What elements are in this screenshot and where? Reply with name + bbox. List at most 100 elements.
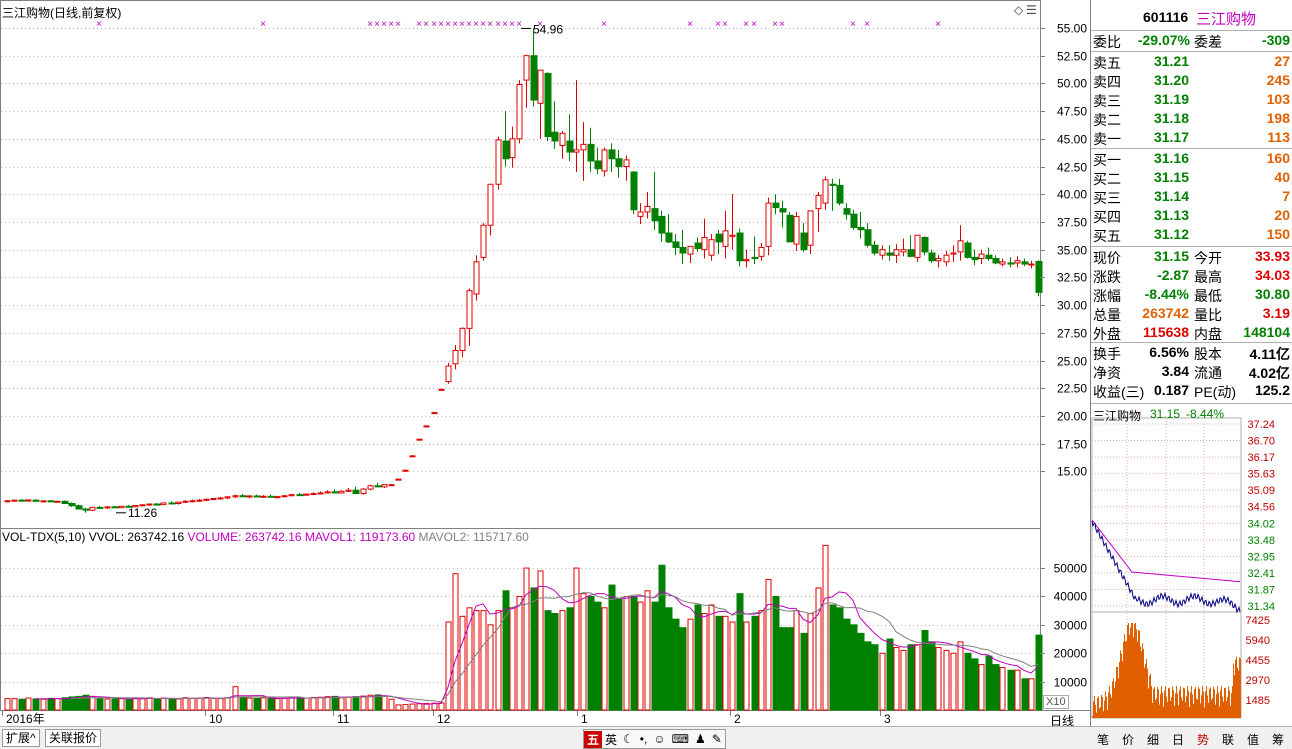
candle-body bbox=[715, 233, 723, 243]
bid-label: 买二 bbox=[1093, 171, 1121, 187]
moon-icon[interactable]: ☾ bbox=[620, 732, 637, 746]
volume-bar bbox=[843, 618, 851, 711]
right-tab[interactable]: 筹 bbox=[1267, 731, 1289, 748]
ime-five-icon[interactable]: 五 bbox=[584, 730, 603, 748]
right-tab[interactable]: 势 bbox=[1192, 731, 1214, 748]
volume-tick-label: 10000 bbox=[1054, 676, 1088, 690]
candle-body bbox=[765, 202, 772, 247]
fundamental-value: 4.02亿 bbox=[1248, 365, 1290, 381]
candle-body bbox=[857, 226, 865, 231]
expand-tab[interactable]: 扩展^ bbox=[2, 729, 40, 747]
bid-volume: 160 bbox=[1266, 150, 1290, 166]
candle-body bbox=[544, 72, 552, 138]
stock-terminal: × × × × × × × × × × × × × × × × × × × × × × × × × × × × × × × × × × 15.00… bbox=[0, 0, 1292, 749]
volume-bar bbox=[566, 607, 574, 711]
candle-body bbox=[388, 484, 395, 487]
fundamental-value: 0.187 bbox=[1153, 382, 1189, 398]
related-quotes-tab[interactable]: 关联报价 bbox=[45, 729, 102, 747]
volume-bar bbox=[694, 604, 702, 711]
user-icon[interactable]: ♟ bbox=[692, 732, 709, 746]
volume-bar bbox=[40, 698, 47, 711]
signal-marker: × bbox=[601, 19, 607, 30]
signal-marker: × bbox=[509, 19, 515, 30]
volume-bar bbox=[644, 590, 651, 711]
volume-tick-label: 20000 bbox=[1054, 647, 1088, 661]
right-tab[interactable]: 笔 bbox=[1092, 731, 1114, 748]
x-axis-label: 2 bbox=[734, 712, 741, 726]
candle-body bbox=[651, 208, 659, 222]
volume-bar bbox=[864, 641, 872, 711]
candle-body bbox=[495, 139, 502, 185]
signal-marker: × bbox=[423, 19, 429, 30]
right-tab[interactable]: 值 bbox=[1242, 731, 1264, 748]
candle-body bbox=[964, 242, 972, 258]
quote-value: -8.44% bbox=[1144, 286, 1189, 302]
smile-icon[interactable]: ☺ bbox=[650, 732, 668, 746]
price-tick-label: 25.00 bbox=[1057, 355, 1087, 369]
candle-body bbox=[473, 261, 480, 295]
signal-marker: × bbox=[381, 19, 387, 30]
candle-body bbox=[886, 252, 894, 256]
right-tab[interactable]: 联 bbox=[1217, 731, 1239, 748]
right-tab[interactable]: 价 bbox=[1117, 731, 1139, 748]
signal-marker: × bbox=[480, 19, 486, 30]
candle-body bbox=[487, 183, 494, 226]
candle-body bbox=[608, 149, 616, 160]
stock-code: 601116 bbox=[1143, 9, 1189, 25]
signal-marker: × bbox=[367, 19, 373, 30]
ime-toolbar[interactable]: 五 英 ☾ •, ☺ ⌨ ♟ ✎ bbox=[583, 729, 726, 749]
candle-body bbox=[1028, 263, 1035, 266]
ask-price: 31.18 bbox=[1153, 110, 1189, 126]
volume-bar bbox=[907, 644, 915, 711]
volume-bar bbox=[47, 697, 55, 711]
intraday-price-tick: 31.87 bbox=[1247, 584, 1275, 596]
volume-bar bbox=[559, 610, 566, 711]
signal-marker: × bbox=[779, 19, 785, 30]
candle-body bbox=[900, 249, 907, 253]
volume-bar bbox=[217, 698, 224, 711]
low-annotation: 11.26 bbox=[128, 506, 157, 520]
volume-bar bbox=[1021, 678, 1029, 711]
x10-button[interactable]: X10 bbox=[1043, 695, 1069, 709]
vol-indicator-name[interactable]: VOL-TDX(5,10) bbox=[2, 530, 85, 544]
ime-english[interactable]: 英 bbox=[602, 731, 620, 748]
mavol1-value: MAVOL1: 119173.60 bbox=[304, 530, 416, 544]
volume-bar bbox=[964, 652, 972, 711]
dot-icon[interactable]: •, bbox=[637, 732, 651, 746]
candle-body bbox=[843, 208, 851, 215]
fundamental-value: 4.11亿 bbox=[1249, 346, 1290, 362]
candle-body bbox=[32, 499, 40, 502]
fundamental-label: 换手 bbox=[1093, 346, 1121, 362]
volume-bar bbox=[160, 697, 167, 711]
menu-icon[interactable]: ☰ bbox=[1026, 3, 1037, 17]
candle-body bbox=[729, 234, 736, 237]
candle-body bbox=[694, 242, 702, 250]
signal-marker: × bbox=[473, 19, 479, 30]
candle-body bbox=[25, 499, 32, 502]
x-axis-label: 10 bbox=[209, 712, 223, 726]
price-tick-label: 52.50 bbox=[1057, 50, 1087, 64]
diamond-icon[interactable]: ◇ bbox=[1014, 3, 1023, 17]
volume-bar bbox=[551, 612, 559, 711]
signal-marker: × bbox=[687, 19, 693, 30]
right-tab[interactable]: 细 bbox=[1142, 731, 1164, 748]
candle-body bbox=[431, 412, 438, 415]
volume-bar bbox=[288, 697, 295, 711]
volume-bar bbox=[274, 698, 281, 711]
candle-body bbox=[160, 502, 167, 506]
candle-body bbox=[459, 327, 466, 352]
wrench-icon[interactable]: ✎ bbox=[709, 732, 725, 746]
ask-volume: 198 bbox=[1266, 110, 1290, 126]
right-tab[interactable]: 日 bbox=[1167, 731, 1189, 748]
volume-bar bbox=[893, 647, 900, 711]
signal-marker: × bbox=[438, 19, 444, 30]
keyboard-icon[interactable]: ⌨ bbox=[669, 732, 692, 746]
weibi-label: 委比 bbox=[1093, 34, 1121, 50]
candle-body bbox=[644, 205, 651, 213]
candle-body bbox=[175, 501, 182, 505]
divider bbox=[1091, 246, 1292, 247]
volume-bar bbox=[281, 697, 288, 711]
candle-body bbox=[928, 252, 936, 262]
candle-body bbox=[452, 350, 459, 365]
divider bbox=[1091, 30, 1292, 31]
